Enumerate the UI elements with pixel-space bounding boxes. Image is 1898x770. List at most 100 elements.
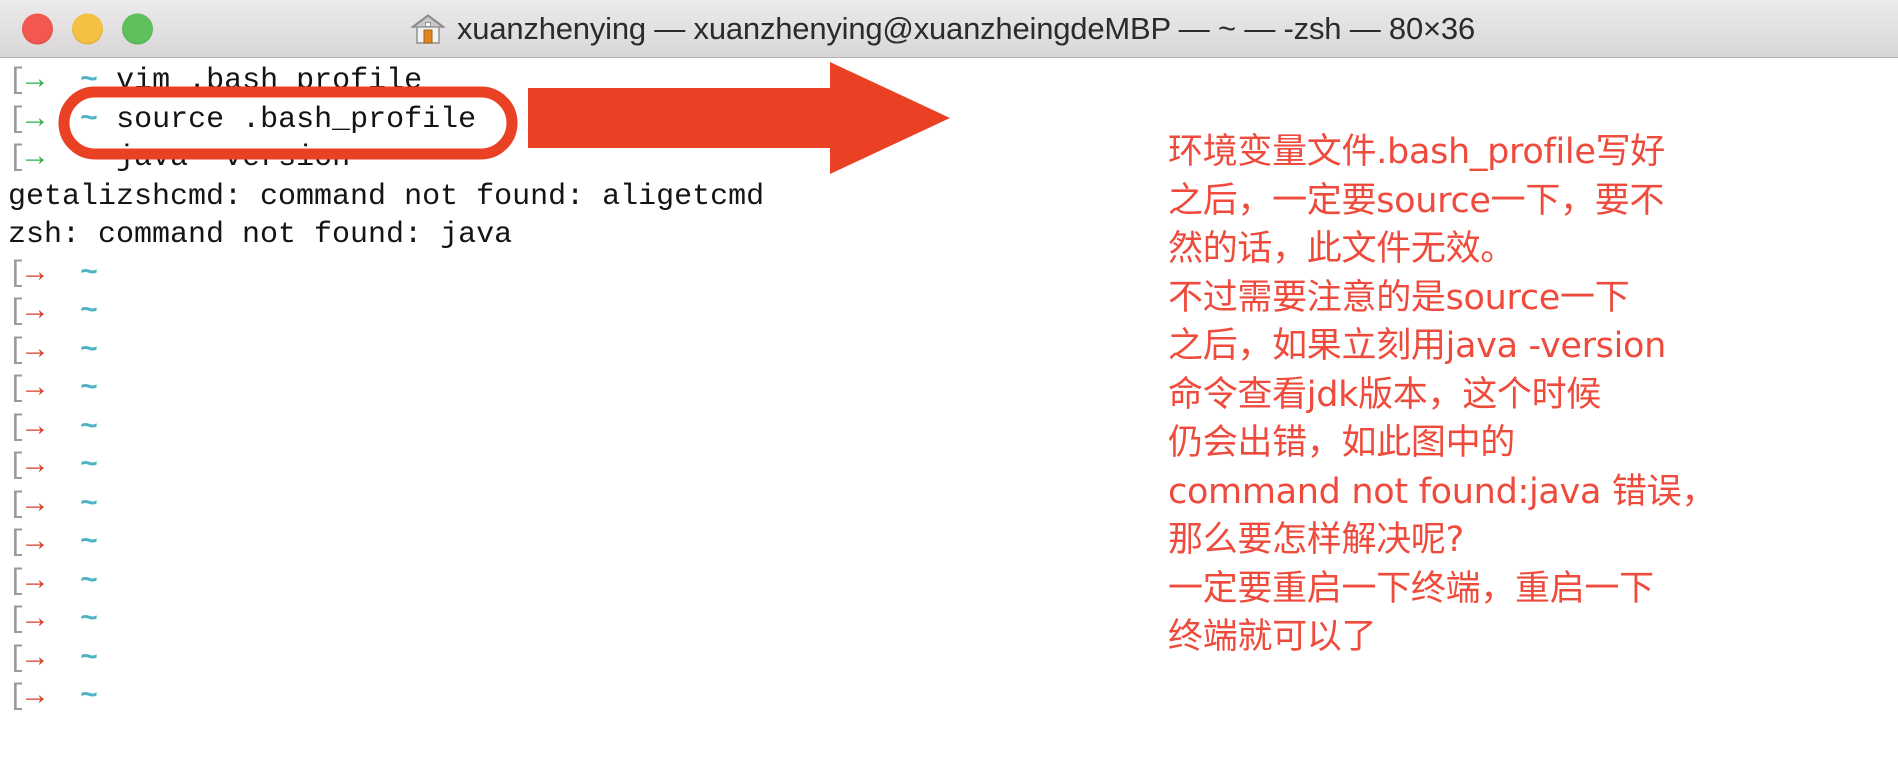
prompt-spacer — [44, 642, 80, 676]
terminal-prompt-line: [→ ~ — [8, 332, 1898, 371]
terminal-prompt-line: [→ ~ — [8, 486, 1898, 525]
close-button[interactable] — [22, 13, 53, 44]
prompt-spacer — [98, 295, 116, 329]
prompt-spacer — [98, 411, 116, 445]
prompt-spacer — [44, 257, 80, 291]
prompt-spacer — [98, 257, 116, 291]
prompt-spacer — [44, 565, 80, 599]
home-icon — [409, 13, 447, 45]
prompt-arrow-icon: → — [26, 526, 45, 560]
prompt-spacer — [44, 526, 80, 560]
prompt-tilde: ~ — [80, 141, 99, 175]
prompt-arrow-icon: → — [26, 641, 45, 676]
prompt-tilde: ~ — [80, 564, 99, 599]
terminal-prompt-line: [→ ~ — [8, 293, 1898, 332]
terminal-prompt-line: [→ ~ — [8, 255, 1898, 294]
terminal-output-line: zsh: command not found: java — [8, 216, 1898, 255]
prompt-bracket: [ — [8, 564, 27, 599]
prompt-spacer — [98, 642, 116, 676]
terminal-output-text: getalizshcmd: command not found: aligetc… — [8, 179, 765, 214]
prompt-arrow-icon: → — [26, 487, 45, 522]
terminal-command-text: source .bash_profile — [116, 102, 477, 137]
prompt-arrow-icon: → — [26, 410, 45, 445]
terminal-output-line: getalizshcmd: command not found: aligetc… — [8, 178, 1898, 217]
prompt-spacer — [98, 526, 116, 560]
prompt-bracket: [ — [8, 410, 27, 445]
prompt-bracket: [ — [8, 295, 27, 329]
traffic-light-buttons — [22, 13, 153, 44]
terminal-prompt-line: [→ ~ — [8, 370, 1898, 409]
prompt-arrow-icon: → — [26, 564, 45, 599]
minimize-button[interactable] — [72, 13, 103, 44]
prompt-tilde: ~ — [80, 256, 99, 291]
prompt-tilde: ~ — [80, 680, 99, 714]
terminal-prompt-line: [→ ~ source .bash_profile — [8, 101, 1898, 140]
prompt-arrow-icon: → — [26, 333, 45, 368]
prompt-spacer — [44, 680, 80, 714]
prompt-spacer — [98, 603, 116, 637]
prompt-spacer — [44, 103, 80, 137]
prompt-spacer — [98, 141, 116, 175]
prompt-bracket: [ — [8, 64, 27, 98]
prompt-spacer — [98, 680, 116, 714]
terminal-prompt-line: [→ ~ — [8, 678, 1898, 717]
prompt-arrow-icon: → — [26, 256, 45, 291]
prompt-spacer — [44, 64, 80, 98]
prompt-tilde: ~ — [80, 64, 99, 98]
terminal-prompt-line: [→ ~ — [8, 640, 1898, 679]
prompt-spacer — [98, 334, 116, 368]
terminal-prompt-line: [→ ~ — [8, 601, 1898, 640]
zoom-button[interactable] — [122, 13, 153, 44]
prompt-tilde: ~ — [80, 526, 99, 560]
prompt-spacer — [98, 449, 116, 483]
prompt-spacer — [44, 295, 80, 329]
prompt-bracket: [ — [8, 680, 27, 714]
prompt-spacer — [44, 372, 80, 406]
prompt-arrow-icon: → — [26, 64, 45, 98]
terminal-prompt-line: [→ ~ vim .bash_profile — [8, 62, 1898, 101]
prompt-arrow-icon: → — [26, 680, 45, 714]
terminal-prompt-line: [→ ~ java -version — [8, 139, 1898, 178]
prompt-tilde: ~ — [80, 641, 99, 676]
prompt-bracket: [ — [8, 449, 27, 483]
prompt-spacer — [98, 103, 116, 137]
prompt-tilde: ~ — [80, 295, 99, 329]
terminal-prompt-line: [→ ~ — [8, 409, 1898, 448]
prompt-spacer — [98, 565, 116, 599]
prompt-spacer — [98, 372, 116, 406]
terminal-prompt-line: [→ ~ — [8, 524, 1898, 563]
prompt-bracket: [ — [8, 333, 27, 368]
prompt-tilde: ~ — [80, 372, 99, 406]
prompt-tilde: ~ — [80, 333, 99, 368]
prompt-arrow-icon: → — [26, 102, 45, 137]
window-titlebar: xuanzhenying — xuanzhenying@xuanzheingde… — [0, 0, 1898, 58]
prompt-bracket: [ — [8, 487, 27, 522]
prompt-arrow-icon: → — [26, 449, 45, 483]
prompt-spacer — [44, 334, 80, 368]
prompt-tilde: ~ — [80, 449, 99, 483]
window-title-text: xuanzhenying — xuanzhenying@xuanzheingde… — [456, 10, 1475, 46]
prompt-tilde: ~ — [80, 102, 99, 137]
prompt-bracket: [ — [8, 256, 27, 291]
prompt-bracket: [ — [8, 102, 27, 137]
prompt-spacer — [98, 64, 116, 98]
prompt-spacer — [98, 488, 116, 522]
prompt-spacer — [44, 449, 80, 483]
prompt-bracket: [ — [8, 641, 27, 676]
terminal-prompt-line: [→ ~ — [8, 563, 1898, 602]
prompt-spacer — [44, 141, 80, 175]
prompt-spacer — [44, 488, 80, 522]
prompt-tilde: ~ — [80, 487, 99, 522]
prompt-arrow-icon: → — [26, 295, 45, 329]
terminal-prompt-line: [→ ~ — [8, 447, 1898, 486]
prompt-arrow-icon: → — [26, 372, 45, 406]
prompt-bracket: [ — [8, 372, 27, 406]
terminal-window: xuanzhenying — xuanzhenying@xuanzheingde… — [0, 0, 1898, 770]
prompt-bracket: [ — [8, 141, 27, 175]
prompt-tilde: ~ — [80, 603, 99, 637]
terminal-output-text: zsh: command not found: java — [8, 218, 513, 252]
terminal-output-area[interactable]: [→ ~ vim .bash_profile [→ ~ source .bash_… — [0, 58, 1898, 770]
prompt-arrow-icon: → — [26, 141, 45, 175]
window-title-group: xuanzhenying — xuanzhenying@xuanzheingde… — [409, 10, 1475, 47]
prompt-spacer — [44, 603, 80, 637]
